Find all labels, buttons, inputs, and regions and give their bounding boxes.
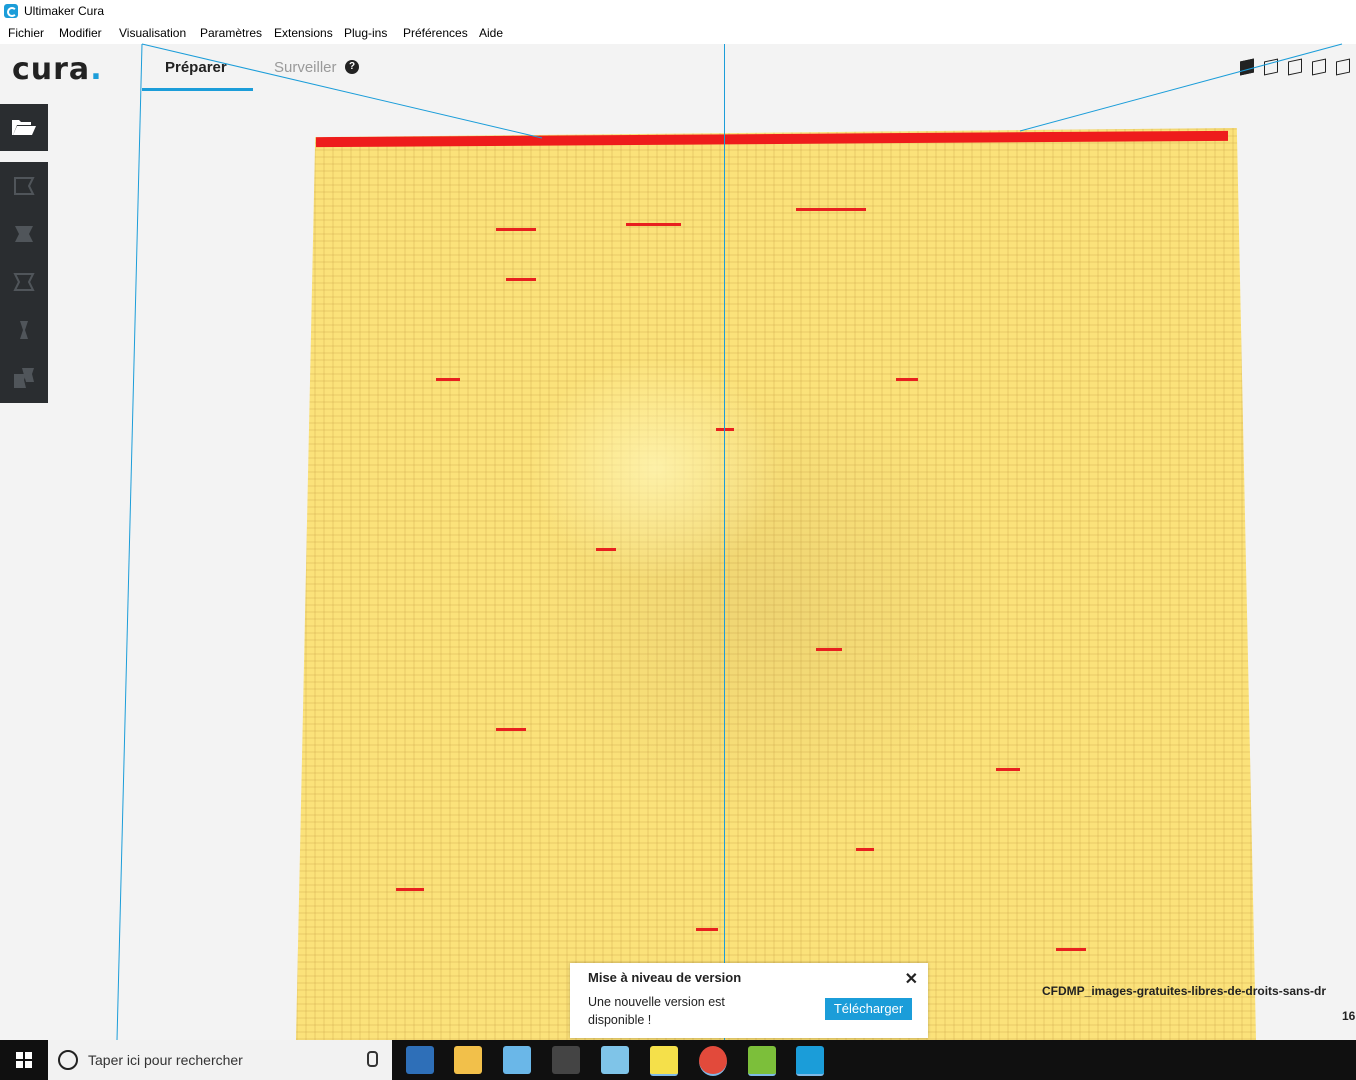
left-view-icon[interactable]: [1312, 58, 1326, 76]
contacts-icon[interactable]: [406, 1046, 434, 1074]
menu-extensions[interactable]: Extensions: [274, 26, 333, 40]
overhang-mark: [496, 728, 526, 731]
menu-plugins[interactable]: Plug-ins: [344, 26, 387, 40]
overhang-mark: [496, 228, 536, 231]
close-icon[interactable]: ✕: [905, 969, 918, 989]
taskbar: Taper ici pour rechercher: [0, 1040, 1356, 1080]
scale-tool-icon[interactable]: [12, 222, 36, 246]
overhang-mark: [1056, 948, 1086, 951]
right-view-icon[interactable]: [1336, 58, 1350, 76]
window-title: Ultimaker Cura: [24, 4, 105, 18]
notification-title: Mise à niveau de version: [588, 970, 742, 985]
menu-preferences[interactable]: Préférences: [403, 26, 468, 40]
overhang-mark: [506, 278, 536, 281]
cura-logo: cura.: [12, 52, 103, 87]
object-count: 16: [1342, 1009, 1356, 1023]
top-view-icon[interactable]: [1288, 58, 1302, 76]
menu-parametres[interactable]: Paramètres: [200, 26, 262, 40]
bluestacks-icon[interactable]: [748, 1046, 776, 1076]
microphone-icon[interactable]: [367, 1051, 378, 1067]
overhang-mark: [856, 848, 874, 851]
tool-panel: [0, 162, 48, 403]
overhang-mark: [996, 768, 1020, 771]
mirror-tool-icon[interactable]: [12, 318, 36, 342]
overhang-mark: [436, 378, 460, 381]
move-tool-icon[interactable]: [12, 174, 36, 198]
update-notification: Mise à niveau de version ✕ Une nouvelle …: [570, 963, 928, 1038]
open-file-button[interactable]: [0, 104, 48, 151]
overhang-mark: [896, 378, 918, 381]
calculator-icon[interactable]: [552, 1046, 580, 1074]
overhang-mark: [796, 208, 866, 211]
lithophane-model[interactable]: [296, 128, 1256, 1040]
overhang-mark: [396, 888, 424, 891]
menu-fichier[interactable]: Fichier: [8, 26, 44, 40]
rotate-tool-icon[interactable]: [12, 270, 36, 294]
chrome-icon[interactable]: [699, 1046, 727, 1076]
active-tab-indicator: [142, 88, 253, 91]
header: cura. Préparer Surveiller ?: [0, 44, 1356, 92]
tab-surveiller[interactable]: Surveiller: [274, 59, 337, 76]
file-explorer-icon[interactable]: [454, 1046, 482, 1074]
cura-app-icon: [4, 4, 18, 18]
tab-preparer[interactable]: Préparer: [165, 59, 227, 76]
overhang-mark: [716, 428, 734, 431]
notification-message: Une nouvelle version est disponible !: [588, 995, 725, 1027]
object-filename: CFDMP_images-gratuites-libres-de-droits-…: [1042, 984, 1327, 998]
overhang-mark: [626, 223, 681, 226]
overhang-mark: [816, 648, 842, 651]
overhang-mark: [596, 548, 616, 551]
menu-bar: Fichier Modifier Visualisation Paramètre…: [0, 22, 1356, 44]
sticky-notes-icon[interactable]: [650, 1046, 678, 1076]
paint-icon[interactable]: [503, 1046, 531, 1074]
download-button[interactable]: Télécharger: [825, 998, 912, 1020]
folder-open-icon: [12, 120, 36, 135]
notes-icon[interactable]: [601, 1046, 629, 1074]
3d-viewport[interactable]: [48, 92, 1356, 1040]
menu-modifier[interactable]: Modifier: [59, 26, 102, 40]
help-icon[interactable]: ?: [345, 60, 359, 74]
overhang-mark: [696, 928, 718, 931]
front-view-icon[interactable]: [1264, 58, 1278, 76]
windows-start-icon[interactable]: [16, 1052, 32, 1068]
3d-view-icon[interactable]: [1240, 58, 1254, 76]
search-placeholder: Taper ici pour rechercher: [88, 1052, 243, 1068]
title-bar: Ultimaker Cura: [0, 0, 1356, 22]
menu-aide[interactable]: Aide: [479, 26, 503, 40]
build-volume-center-line: [724, 44, 725, 1040]
cura-icon[interactable]: [796, 1046, 824, 1076]
per-model-settings-icon[interactable]: [12, 366, 36, 390]
taskbar-search[interactable]: Taper ici pour rechercher: [48, 1040, 392, 1080]
overhang-edge: [316, 130, 1228, 148]
view-orientation-toolbar: [1230, 58, 1350, 79]
menu-visualisation[interactable]: Visualisation: [119, 26, 186, 40]
cortana-icon: [58, 1050, 78, 1070]
